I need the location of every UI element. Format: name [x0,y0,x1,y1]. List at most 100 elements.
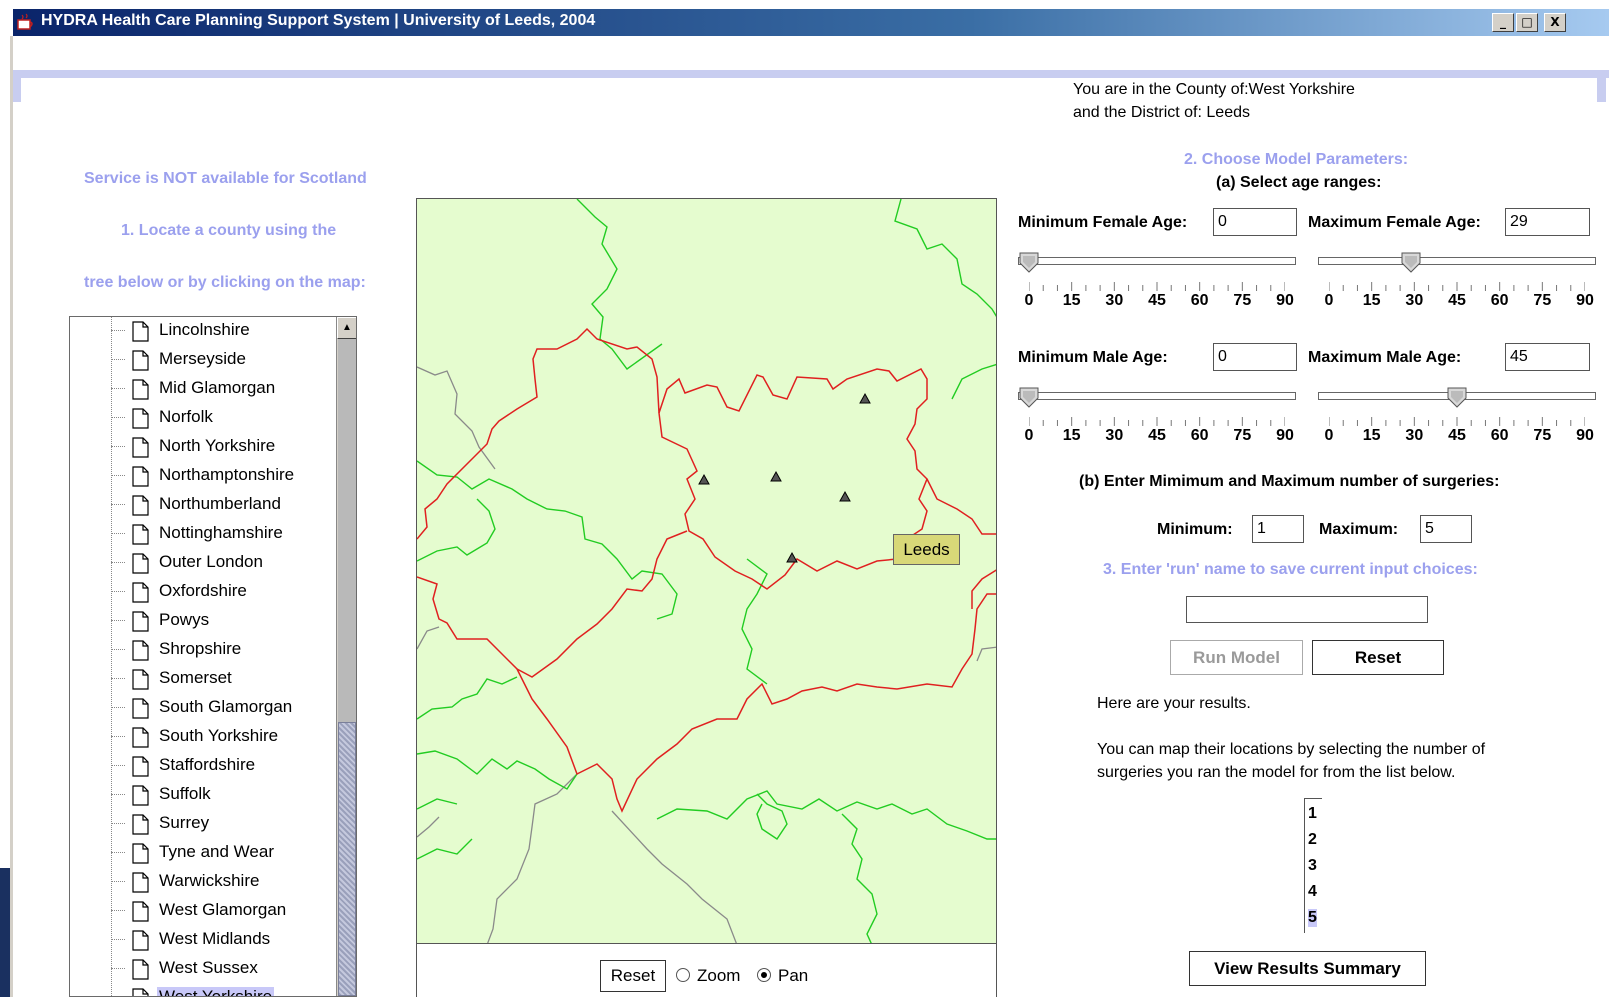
tree-item-label: Norfolk [159,407,213,426]
max-male-age-field[interactable]: 45 [1505,343,1590,371]
map-reset-button[interactable]: Reset [600,960,666,992]
min-surgeries-field[interactable]: 1 [1252,515,1304,543]
slider-thumb[interactable] [1400,251,1422,273]
step1-heading-line1: 1. Locate a county using the [121,222,337,239]
tree-item[interactable]: Norfolk [70,404,336,432]
tree-item[interactable]: South Yorkshire [70,723,336,751]
tree-item[interactable]: Oxfordshire [70,578,336,606]
map-canvas[interactable] [417,199,997,944]
tree-item[interactable]: Northamptonshire [70,462,336,490]
slider-track[interactable] [1018,257,1296,265]
surgeries-result-list[interactable]: 1 2 3 4 5 [1304,798,1322,933]
max-surgeries-field[interactable]: 5 [1420,515,1472,543]
tree-item[interactable]: Suffolk [70,781,336,809]
pan-radio[interactable] [757,968,771,982]
minimize-button[interactable]: _ [1492,13,1514,32]
tree-item[interactable]: North Yorkshire [70,433,336,461]
scrollbar-track[interactable] [338,339,356,722]
document-leaf-icon [132,582,149,603]
tree-connector [111,939,125,940]
tree-connector [111,649,125,650]
tree-item[interactable]: Somerset [70,665,336,693]
tree-item[interactable]: Powys [70,607,336,635]
view-results-summary-button[interactable]: View Results Summary [1189,951,1426,986]
tree-item[interactable]: Lincolnshire [70,317,336,345]
tree-item[interactable]: West Yorkshire [70,984,336,996]
tree-item[interactable]: Surrey [70,810,336,838]
district-tooltip: Leeds [893,534,960,565]
slider-scale-label: 90 [1576,427,1594,444]
close-button[interactable]: X [1544,13,1566,32]
location-county-text: You are in the County of:West Yorkshire [1073,81,1355,98]
min-female-age-field[interactable]: 0 [1213,208,1297,236]
slider-thumb[interactable] [1018,386,1040,408]
tree-scrollbar[interactable]: ▲ [336,317,356,996]
document-leaf-icon [132,466,149,487]
title-bar[interactable]: HYDRA Health Care Planning Support Syste… [13,9,1609,36]
tree-connector [111,852,125,853]
document-leaf-icon [132,814,149,835]
maximize-button[interactable]: □ [1516,13,1538,32]
slider-scale-label: 75 [1233,292,1252,309]
tree-connector [111,417,125,418]
tree-item[interactable]: Staffordshire [70,752,336,780]
tree-item[interactable]: Outer London [70,549,336,577]
zoom-radio[interactable] [676,968,690,982]
slider-thumb[interactable] [1018,251,1040,273]
tree-item[interactable]: Mid Glamorgan [70,375,336,403]
age-ranges-heading: (a) Select age ranges: [1216,174,1382,191]
slider-track[interactable] [1018,392,1296,400]
tree-item[interactable]: Shropshire [70,636,336,664]
min-male-age-label: Minimum Male Age: [1018,349,1168,366]
slider-scale: 0 15 30 45 60 75 90 [1318,292,1596,312]
tree-item[interactable]: West Midlands [70,926,336,954]
slider-scale-label: 75 [1233,427,1252,444]
results-intro: Here are your results. [1097,695,1251,712]
tree-item[interactable]: West Glamorgan [70,897,336,925]
result-list-item[interactable]: 5 [1308,909,1317,927]
result-list-item[interactable]: 2 [1308,831,1317,849]
tree-item[interactable]: Warwickshire [70,868,336,896]
result-list-item[interactable]: 4 [1308,883,1317,901]
tree-item[interactable]: Nottinghamshire [70,520,336,548]
document-leaf-icon [132,756,149,777]
document-leaf-icon [132,640,149,661]
scotland-notice: Service is NOT available for Scotland [84,170,367,187]
slider-track[interactable] [1318,257,1596,265]
run-model-button[interactable]: Run Model [1170,640,1303,675]
tree-item[interactable]: South Glamorgan [70,694,336,722]
document-leaf-icon [132,408,149,429]
slider-scale: 0 15 30 45 60 75 90 [1018,292,1296,312]
tree-item-label: North Yorkshire [159,436,276,455]
tree-item-label: Powys [159,610,210,629]
min-male-age-slider[interactable]: 0 15 30 45 60 75 90 [1018,386,1296,446]
tree-item[interactable]: West Sussex [70,955,336,983]
slider-thumb[interactable] [1446,386,1468,408]
scrollbar-thumb[interactable] [338,722,356,996]
tree-item[interactable]: Northumberland [70,491,336,519]
slider-scale-label: 30 [1405,427,1424,444]
document-leaf-icon [132,437,149,458]
step3-heading: 3. Enter 'run' name to save current inpu… [1103,561,1478,578]
tree-connector [111,620,125,621]
result-list-item[interactable]: 3 [1308,857,1317,875]
result-list-item[interactable]: 1 [1308,805,1317,823]
max-female-age-field[interactable]: 29 [1505,208,1590,236]
max-female-age-slider[interactable]: 0 15 30 45 60 75 90 [1318,251,1596,311]
document-leaf-icon [132,350,149,371]
run-name-input[interactable] [1186,596,1428,623]
county-tree[interactable]: Lincolnshire Merseyside Mid Glamorgan Norfo… [69,316,357,997]
min-female-age-slider[interactable]: 0 15 30 45 60 75 90 [1018,251,1296,311]
tree-item[interactable]: Merseyside [70,346,336,374]
slider-scale-label: 60 [1190,292,1209,309]
tree-item-label: West Sussex [159,958,258,977]
county-map[interactable] [416,198,997,944]
tree-connector [111,794,125,795]
reset-button[interactable]: Reset [1312,640,1444,675]
min-male-age-field[interactable]: 0 [1213,343,1297,371]
tree-item[interactable]: Tyne and Wear [70,839,336,867]
tree-connector [111,765,125,766]
scroll-up-arrow-icon[interactable]: ▲ [337,317,356,339]
slider-ticks [1028,279,1286,291]
max-male-age-slider[interactable]: 0 15 30 45 60 75 90 [1318,386,1596,446]
